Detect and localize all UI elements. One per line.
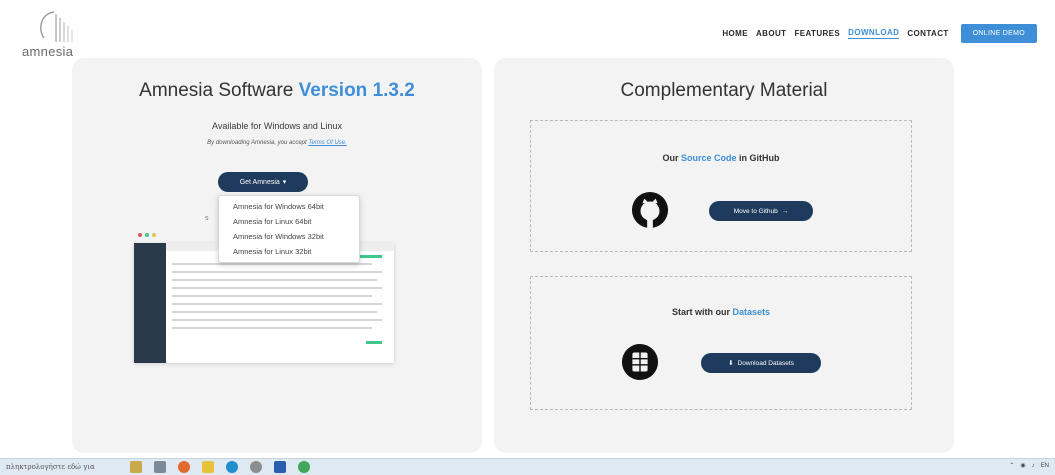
version-label: Version 1.3.2 xyxy=(298,80,415,101)
nav-home[interactable]: HOME xyxy=(722,29,748,38)
browser-icon[interactable] xyxy=(178,461,190,473)
terms-prefix: By downloading Amnesia, you accept xyxy=(207,140,307,146)
side-char: s xyxy=(205,215,209,222)
taskbar-app-icon[interactable] xyxy=(130,461,142,473)
caret-down-icon: ▾ xyxy=(282,179,287,186)
complementary-title: Complementary Material xyxy=(620,80,828,101)
nav-contact[interactable]: CONTACT xyxy=(907,29,948,38)
file-explorer-icon[interactable] xyxy=(202,461,214,473)
amnesia-logo-icon xyxy=(40,11,73,42)
github-icon xyxy=(631,191,669,229)
download-linux-64[interactable]: Amnesia for Linux 64bit xyxy=(219,214,359,229)
preview-sidebar xyxy=(134,243,166,363)
github-section: Our Source Code in GitHub Move to Github… xyxy=(530,120,912,252)
move-to-github-button[interactable]: Move to Github → xyxy=(709,201,813,221)
get-amnesia-button[interactable]: Get Amnesia ▾ xyxy=(218,172,308,192)
download-linux-32[interactable]: Amnesia for Linux 32bit xyxy=(219,244,359,259)
datasets-heading: Start with our Datasets xyxy=(671,307,771,317)
nav-download[interactable]: DOWNLOAD xyxy=(848,28,900,39)
get-amnesia-label: Get Amnesia xyxy=(239,178,280,186)
arrow-right-icon: → xyxy=(781,207,789,215)
preview-green-button xyxy=(366,341,382,344)
github-heading: Our Source Code in GitHub xyxy=(662,153,780,163)
download-datasets-button[interactable]: ⬇ Download Datasets xyxy=(701,353,821,373)
system-tray: ⌃ ◉ ♪ EN xyxy=(1009,462,1049,470)
download-windows-64[interactable]: Amnesia for Windows 64bit xyxy=(219,199,359,214)
network-icon[interactable]: ◉ xyxy=(1020,462,1025,469)
volume-icon[interactable]: ♪ xyxy=(1032,463,1035,469)
word-icon[interactable] xyxy=(274,461,286,473)
nav-features[interactable]: FEATURES xyxy=(794,29,840,38)
complementary-card: Complementary Material Our Source Code i… xyxy=(494,58,954,453)
download-windows-32[interactable]: Amnesia for Windows 32bit xyxy=(219,229,359,244)
terms-notice: By downloading Amnesia, you accept Terms… xyxy=(72,140,482,146)
datasets-button-label: Download Datasets xyxy=(737,359,794,367)
task-view-icon[interactable] xyxy=(154,461,166,473)
edge-icon[interactable] xyxy=(226,461,238,473)
chevron-up-icon[interactable]: ⌃ xyxy=(1009,462,1014,469)
logo-text: amnesia xyxy=(22,44,74,59)
tray-language[interactable]: EN xyxy=(1041,463,1049,469)
title-prefix: Amnesia Software xyxy=(139,80,294,101)
github-button-label: Move to Github xyxy=(733,207,778,215)
download-title: Amnesia Software Version 1.3.2 xyxy=(72,80,482,102)
download-icon: ⬇ xyxy=(728,360,734,367)
datasets-section: Start with our Datasets ⬇ Download Datas… xyxy=(530,276,912,410)
preview-window-dots xyxy=(138,233,156,237)
download-card: Amnesia Software Version 1.3.2 Available… xyxy=(72,58,482,453)
amnesia-logo[interactable]: amnesia xyxy=(20,8,100,60)
main-nav: HOME ABOUT FEATURES DOWNLOAD CONTACT ONL… xyxy=(722,24,1037,43)
taskbar-search[interactable]: πληκτρολογήστε εδώ για xyxy=(6,463,95,471)
windows-taskbar: πληκτρολογήστε εδώ για ⌃ ◉ ♪ EN xyxy=(0,458,1055,475)
taskbar-apps xyxy=(130,461,310,473)
online-demo-button[interactable]: ONLINE DEMO xyxy=(960,24,1037,43)
nav-about[interactable]: ABOUT xyxy=(756,29,786,38)
availability-text: Available for Windows and Linux xyxy=(212,121,342,131)
settings-icon[interactable] xyxy=(250,461,262,473)
terms-link[interactable]: Terms Of Use. xyxy=(308,140,346,146)
download-dropdown: Amnesia for Windows 64bit Amnesia for Li… xyxy=(218,195,360,263)
database-icon xyxy=(621,343,659,381)
app-icon[interactable] xyxy=(298,461,310,473)
